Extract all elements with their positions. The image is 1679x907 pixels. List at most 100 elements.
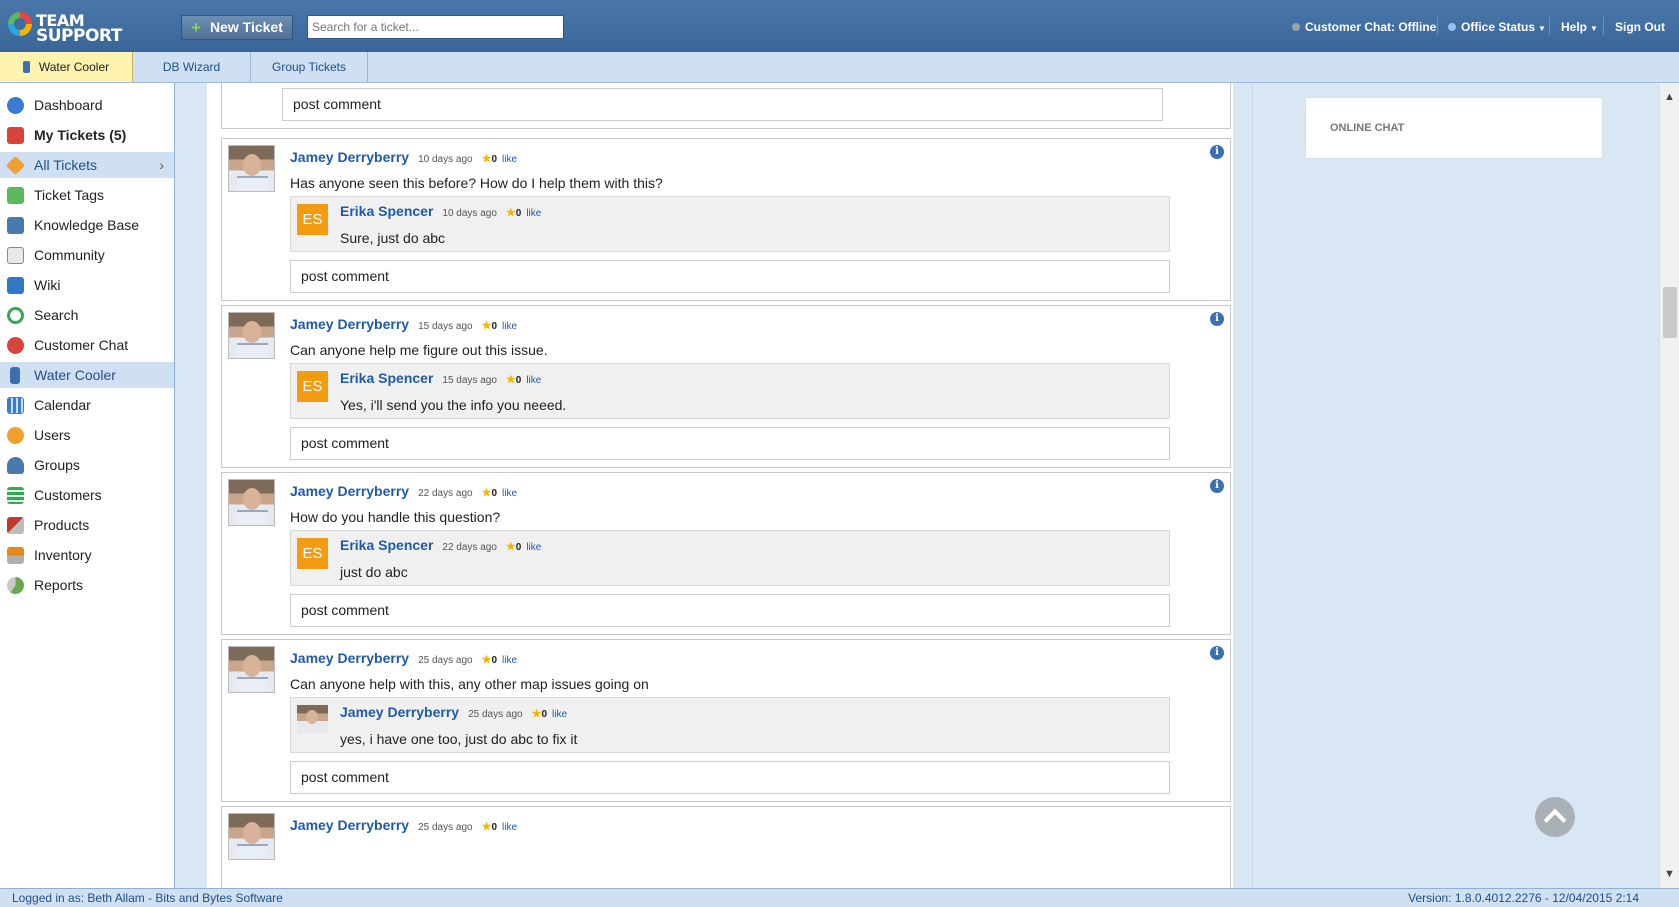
reply-author-link[interactable]: Erika Spencer: [340, 537, 433, 553]
post-author-link[interactable]: Jamey Derryberry: [290, 483, 409, 499]
sidebar-item-groups[interactable]: Groups: [0, 452, 174, 478]
right-panel: ONLINE CHAT: [1252, 83, 1660, 888]
scrollbar-thumb[interactable]: [1663, 287, 1677, 338]
like-link[interactable]: like: [526, 375, 541, 386]
post-author-link[interactable]: Jamey Derryberry: [290, 817, 409, 833]
tab-water-cooler[interactable]: Water Cooler: [0, 52, 133, 82]
like-link[interactable]: like: [502, 655, 517, 666]
water-cooler-icon: [22, 61, 30, 73]
like-link[interactable]: like: [502, 154, 517, 165]
teamsupport-logo[interactable]: TEAM SUPPORT: [8, 8, 128, 46]
post-author-link[interactable]: Jamey Derryberry: [290, 149, 409, 165]
sidebar-item-my-tickets[interactable]: My Tickets (5): [0, 122, 174, 148]
like-count: 0: [541, 709, 548, 720]
inventory-icon: [7, 547, 24, 564]
my-tickets-icon: [7, 127, 24, 144]
feed-post: Jamey Derryberry 25 days ago ★0 like: [221, 806, 1231, 888]
like-count: 0: [491, 488, 498, 499]
sidebar-item-all-tickets[interactable]: All Tickets ›: [0, 152, 174, 178]
post-timestamp: 25 days ago: [418, 822, 473, 833]
sidebar-item-reports[interactable]: Reports: [0, 572, 174, 598]
like-count: 0: [515, 542, 522, 553]
sidebar-nav: Dashboard My Tickets (5) All Tickets › Ti…: [0, 83, 175, 888]
sidebar-item-customer-chat[interactable]: Customer Chat: [0, 332, 174, 358]
post-author-link[interactable]: Jamey Derryberry: [290, 316, 409, 332]
like-link[interactable]: like: [526, 542, 541, 553]
reply-avatar[interactable]: ES: [297, 204, 328, 235]
post-comment-input[interactable]: post comment: [290, 260, 1170, 293]
user-avatar[interactable]: [228, 145, 275, 192]
reply-author-link[interactable]: Erika Spencer: [340, 370, 433, 386]
info-icon[interactable]: i: [1210, 312, 1224, 326]
scroll-up-icon[interactable]: ▲: [1664, 91, 1675, 103]
sidebar-item-label: Ticket Tags: [34, 187, 105, 203]
tab-db-wizard[interactable]: DB Wizard: [133, 52, 251, 82]
user-avatar[interactable]: [228, 646, 275, 693]
user-avatar[interactable]: [228, 312, 275, 359]
sidebar-item-calendar[interactable]: Calendar: [0, 392, 174, 418]
post-author-link[interactable]: Jamey Derryberry: [290, 650, 409, 666]
new-ticket-button[interactable]: + New Ticket: [181, 15, 293, 40]
chevron-down-icon: ▼: [1590, 24, 1598, 33]
tab-group-tickets[interactable]: Group Tickets: [251, 52, 368, 82]
sidebar-item-ticket-tags[interactable]: Ticket Tags: [0, 182, 174, 208]
reply-avatar[interactable]: ES: [297, 538, 328, 569]
info-icon[interactable]: i: [1210, 145, 1224, 159]
sidebar-item-water-cooler[interactable]: Water Cooler: [0, 362, 174, 388]
reply-avatar[interactable]: [297, 705, 328, 734]
user-avatar[interactable]: [228, 813, 275, 860]
sidebar-item-label: Calendar: [34, 397, 91, 413]
avatar-shirt: [237, 844, 268, 859]
star-icon: ★: [505, 207, 516, 219]
reply-message: yes, i have one too, just do abc to fix …: [340, 731, 578, 747]
vertical-scrollbar[interactable]: ▲ ▼: [1659, 83, 1679, 888]
info-icon[interactable]: i: [1210, 479, 1224, 493]
star-icon: ★: [505, 541, 516, 553]
header-divider: [1549, 17, 1550, 35]
sidebar-item-search[interactable]: Search: [0, 302, 174, 328]
community-icon: [7, 247, 24, 264]
ticket-search-input[interactable]: [307, 15, 564, 39]
sidebar-item-wiki[interactable]: Wiki: [0, 272, 174, 298]
like-link[interactable]: like: [552, 709, 567, 720]
like-link[interactable]: like: [502, 321, 517, 332]
logo-ring-icon: [8, 12, 32, 36]
post-header: Jamey Derryberry 25 days ago ★0 like: [290, 650, 517, 666]
sidebar-item-users[interactable]: Users: [0, 422, 174, 448]
scroll-down-icon[interactable]: ▼: [1664, 868, 1675, 880]
sidebar-item-products[interactable]: Products: [0, 512, 174, 538]
sidebar-item-knowledge-base[interactable]: Knowledge Base: [0, 212, 174, 238]
post-comment-input[interactable]: post comment: [290, 594, 1170, 627]
tab-label: Group Tickets: [271, 60, 347, 74]
avatar-face: [243, 154, 261, 176]
post-message: Can anyone help with this, any other map…: [290, 676, 649, 692]
post-comment-input[interactable]: post comment: [290, 761, 1170, 794]
customers-icon: [7, 487, 24, 504]
sign-out-link[interactable]: Sign Out: [1615, 20, 1665, 34]
reply-author-link[interactable]: Erika Spencer: [340, 203, 433, 219]
office-status-dropdown[interactable]: Office Status ▼: [1448, 20, 1546, 34]
sidebar-item-label: Knowledge Base: [34, 217, 140, 233]
scroll-to-top-button[interactable]: [1535, 797, 1575, 837]
sidebar-item-community[interactable]: Community: [0, 242, 174, 268]
like-link[interactable]: like: [502, 488, 517, 499]
customer-chat-status-link[interactable]: Customer Chat: Offline: [1292, 20, 1436, 34]
help-dropdown[interactable]: Help ▼: [1561, 20, 1598, 34]
reply-header: Erika Spencer 15 days ago ★0 like: [340, 370, 541, 386]
reply-avatar[interactable]: ES: [297, 371, 328, 402]
sidebar-item-label: Customer Chat: [34, 337, 129, 353]
reply-author-link[interactable]: Jamey Derryberry: [340, 704, 459, 720]
sidebar-item-inventory[interactable]: Inventory: [0, 542, 174, 568]
post-comment-input[interactable]: post comment: [290, 427, 1170, 460]
sidebar-item-dashboard[interactable]: Dashboard: [0, 92, 174, 118]
sign-out-text: Sign Out: [1615, 20, 1665, 34]
like-link[interactable]: like: [526, 208, 541, 219]
sidebar-item-customers[interactable]: Customers: [0, 482, 174, 508]
user-avatar[interactable]: [228, 479, 275, 526]
feed-post: Jamey Derryberry 22 days ago ★0 like i How …: [221, 472, 1231, 635]
online-chat-label: ONLINE CHAT: [1330, 122, 1405, 134]
like-link[interactable]: like: [502, 822, 517, 833]
avatar-shirt: [237, 343, 268, 358]
info-icon[interactable]: i: [1210, 646, 1224, 660]
online-chat-widget[interactable]: ONLINE CHAT: [1305, 97, 1603, 159]
